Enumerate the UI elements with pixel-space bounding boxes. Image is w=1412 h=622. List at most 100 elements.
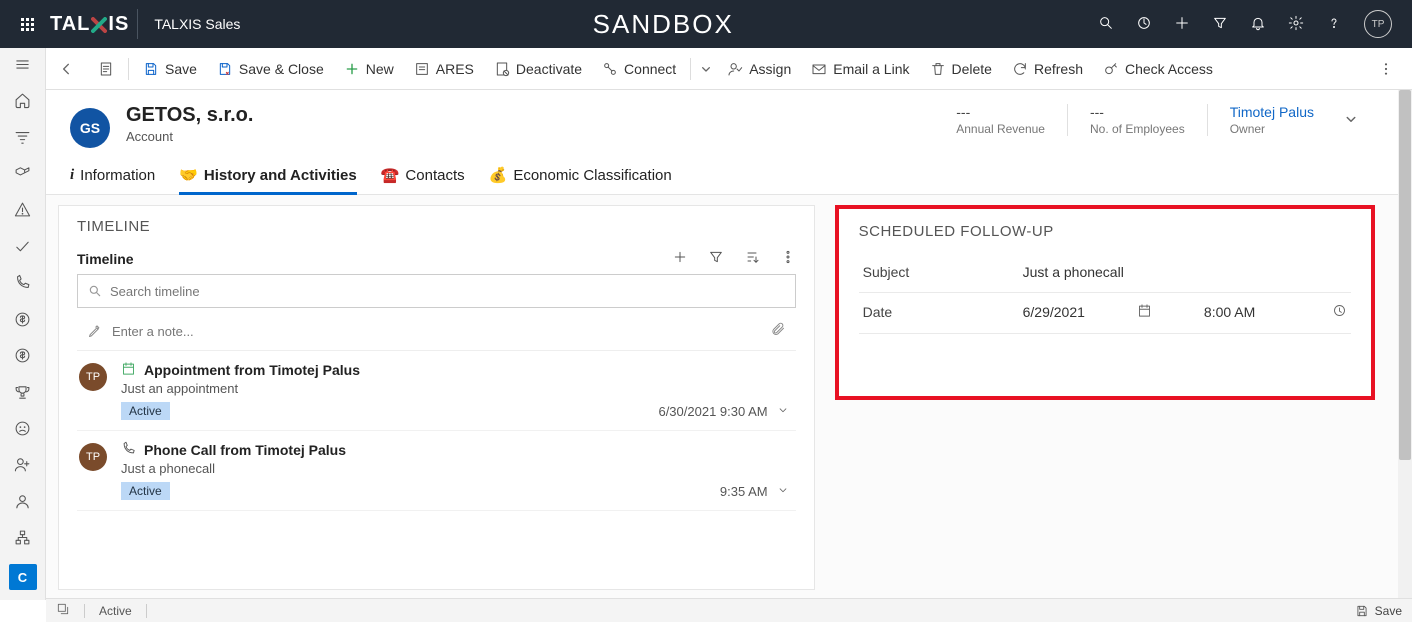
tab-contacts[interactable]: ☎️Contacts (381, 166, 465, 194)
calendar-icon (121, 361, 136, 379)
rail-check-icon[interactable] (7, 236, 39, 256)
header-num-employees[interactable]: --- No. of Employees (1090, 104, 1185, 136)
app-launcher-icon[interactable] (8, 18, 46, 31)
search-icon[interactable] (1098, 15, 1114, 34)
timeline-search-input[interactable]: Search timeline (77, 274, 796, 308)
delete-button[interactable]: Delete (920, 55, 1002, 83)
rail-face-icon[interactable] (7, 418, 39, 438)
followup-date-value[interactable]: 6/29/2021 (1023, 304, 1085, 320)
timeline-activity[interactable]: TP Appointment from Timotej Palus Just a… (77, 351, 796, 431)
help-icon[interactable] (1326, 15, 1342, 34)
chevron-down-icon[interactable] (776, 403, 790, 420)
activity-title: Appointment from Timotej Palus (144, 362, 360, 378)
activity-avatar: TP (79, 443, 107, 471)
tab-information[interactable]: iInformation (70, 166, 155, 194)
rail-bottom-letter[interactable]: C (7, 564, 39, 590)
environment-label: SANDBOX (240, 9, 1086, 40)
scrollbar-vertical[interactable] (1398, 90, 1412, 600)
rail-person-icon[interactable] (7, 491, 39, 511)
followup-date-label: Date (863, 304, 1023, 320)
activity-description: Just a phonecall (121, 461, 790, 476)
followup-time-value[interactable]: 8:00 AM (1204, 304, 1255, 320)
followup-subject-label: Subject (863, 264, 1023, 280)
record-header: GS GETOS, s.r.o. Account --- Annual Reve… (46, 90, 1412, 148)
rail-phone-icon[interactable] (7, 273, 39, 293)
add-icon[interactable] (1174, 15, 1190, 34)
rail-home-icon[interactable] (7, 90, 39, 110)
tab-history-activities[interactable]: 🤝History and Activities (179, 166, 357, 194)
timeline-panel-title: TIMELINE (77, 218, 796, 235)
command-overflow-icon[interactable] (1368, 55, 1404, 83)
refresh-button[interactable]: Refresh (1002, 55, 1093, 83)
timeline-sort-icon[interactable] (744, 249, 760, 268)
timeline-add-icon[interactable] (672, 249, 688, 268)
timeline-search-placeholder: Search timeline (110, 284, 200, 299)
activity-status-badge: Active (121, 482, 170, 500)
save-button[interactable]: Save (133, 55, 207, 83)
back-button[interactable] (52, 61, 82, 77)
footer-popout-icon[interactable] (56, 602, 70, 619)
activity-avatar: TP (79, 363, 107, 391)
rail-tag-icon[interactable] (7, 163, 39, 183)
settings-gear-icon[interactable] (1288, 15, 1304, 34)
deactivate-button[interactable]: Deactivate (484, 55, 592, 83)
connect-button[interactable]: Connect (592, 55, 686, 83)
new-button[interactable]: New (334, 55, 404, 83)
save-close-button[interactable]: Save & Close (207, 55, 334, 83)
timeline-note-placeholder: Enter a note... (112, 324, 194, 339)
timeline-more-icon[interactable] (780, 249, 796, 268)
assign-button[interactable]: Assign (717, 55, 801, 83)
timeline-note-input[interactable]: Enter a note... (77, 314, 796, 351)
rail-dollar-icon[interactable] (7, 309, 39, 329)
email-link-button[interactable]: Email a Link (801, 55, 919, 83)
filter-icon[interactable] (1212, 15, 1228, 34)
record-avatar: GS (70, 108, 110, 148)
header-annual-revenue[interactable]: --- Annual Revenue (956, 104, 1045, 136)
phone-icon (121, 441, 136, 459)
header-expand-icon[interactable] (1336, 110, 1360, 131)
bell-icon[interactable] (1250, 15, 1266, 34)
header-owner[interactable]: Timotej Palus Owner (1230, 104, 1314, 136)
check-access-button[interactable]: Check Access (1093, 55, 1223, 83)
assistant-icon[interactable] (1136, 15, 1152, 34)
form-selector-icon[interactable] (88, 55, 124, 83)
rail-dollar2-icon[interactable] (7, 345, 39, 365)
record-entity-type: Account (126, 129, 253, 144)
followup-panel-title: SCHEDULED FOLLOW-UP (859, 223, 1351, 240)
connect-dropdown-icon[interactable] (695, 61, 717, 77)
activity-timestamp: 9:35 AM (720, 484, 768, 499)
timeline-activity[interactable]: TP Phone Call from Timotej Palus Just a … (77, 431, 796, 511)
rail-sitemap-icon[interactable] (7, 527, 39, 547)
clock-picker-icon[interactable] (1332, 303, 1347, 321)
activity-description: Just an appointment (121, 381, 790, 396)
attachment-icon[interactable] (771, 322, 786, 340)
rail-person-add-icon[interactable] (7, 455, 39, 475)
scheduled-followup-panel: SCHEDULED FOLLOW-UP Subject Just a phone… (835, 205, 1375, 400)
top-nav: TALIS TALXIS Sales SANDBOX TP (0, 0, 1412, 48)
content-area: Save Save & Close New ARES Deactivate Co… (46, 48, 1412, 600)
command-bar: Save Save & Close New ARES Deactivate Co… (46, 48, 1412, 90)
timeline-sublabel: Timeline (77, 251, 134, 267)
user-avatar[interactable]: TP (1364, 10, 1392, 38)
activity-status-badge: Active (121, 402, 170, 420)
app-name: TALXIS Sales (138, 16, 240, 32)
activity-timestamp: 6/30/2021 9:30 AM (658, 404, 767, 419)
footer-status: Active (99, 604, 132, 618)
record-title: GETOS, s.r.o. (126, 104, 253, 127)
ares-button[interactable]: ARES (404, 55, 484, 83)
activity-title: Phone Call from Timotej Palus (144, 442, 346, 458)
rail-warning-icon[interactable] (7, 200, 39, 220)
rail-hamburger-icon[interactable] (7, 54, 39, 74)
rail-funnel-icon[interactable] (7, 127, 39, 147)
footer-save-button[interactable]: Save (1355, 604, 1402, 618)
tabs: iInformation 🤝History and Activities ☎️C… (46, 148, 1412, 195)
left-rail: C (0, 48, 46, 600)
footer-status-bar: Active Save (46, 598, 1412, 622)
timeline-filter-icon[interactable] (708, 249, 724, 268)
tab-economic-classification[interactable]: 💰Economic Classification (489, 166, 672, 194)
followup-subject-value[interactable]: Just a phonecall (1023, 264, 1124, 280)
chevron-down-icon[interactable] (776, 483, 790, 500)
brand-logo[interactable]: TALIS (46, 9, 138, 39)
rail-trophy-icon[interactable] (7, 382, 39, 402)
calendar-picker-icon[interactable] (1137, 303, 1152, 321)
